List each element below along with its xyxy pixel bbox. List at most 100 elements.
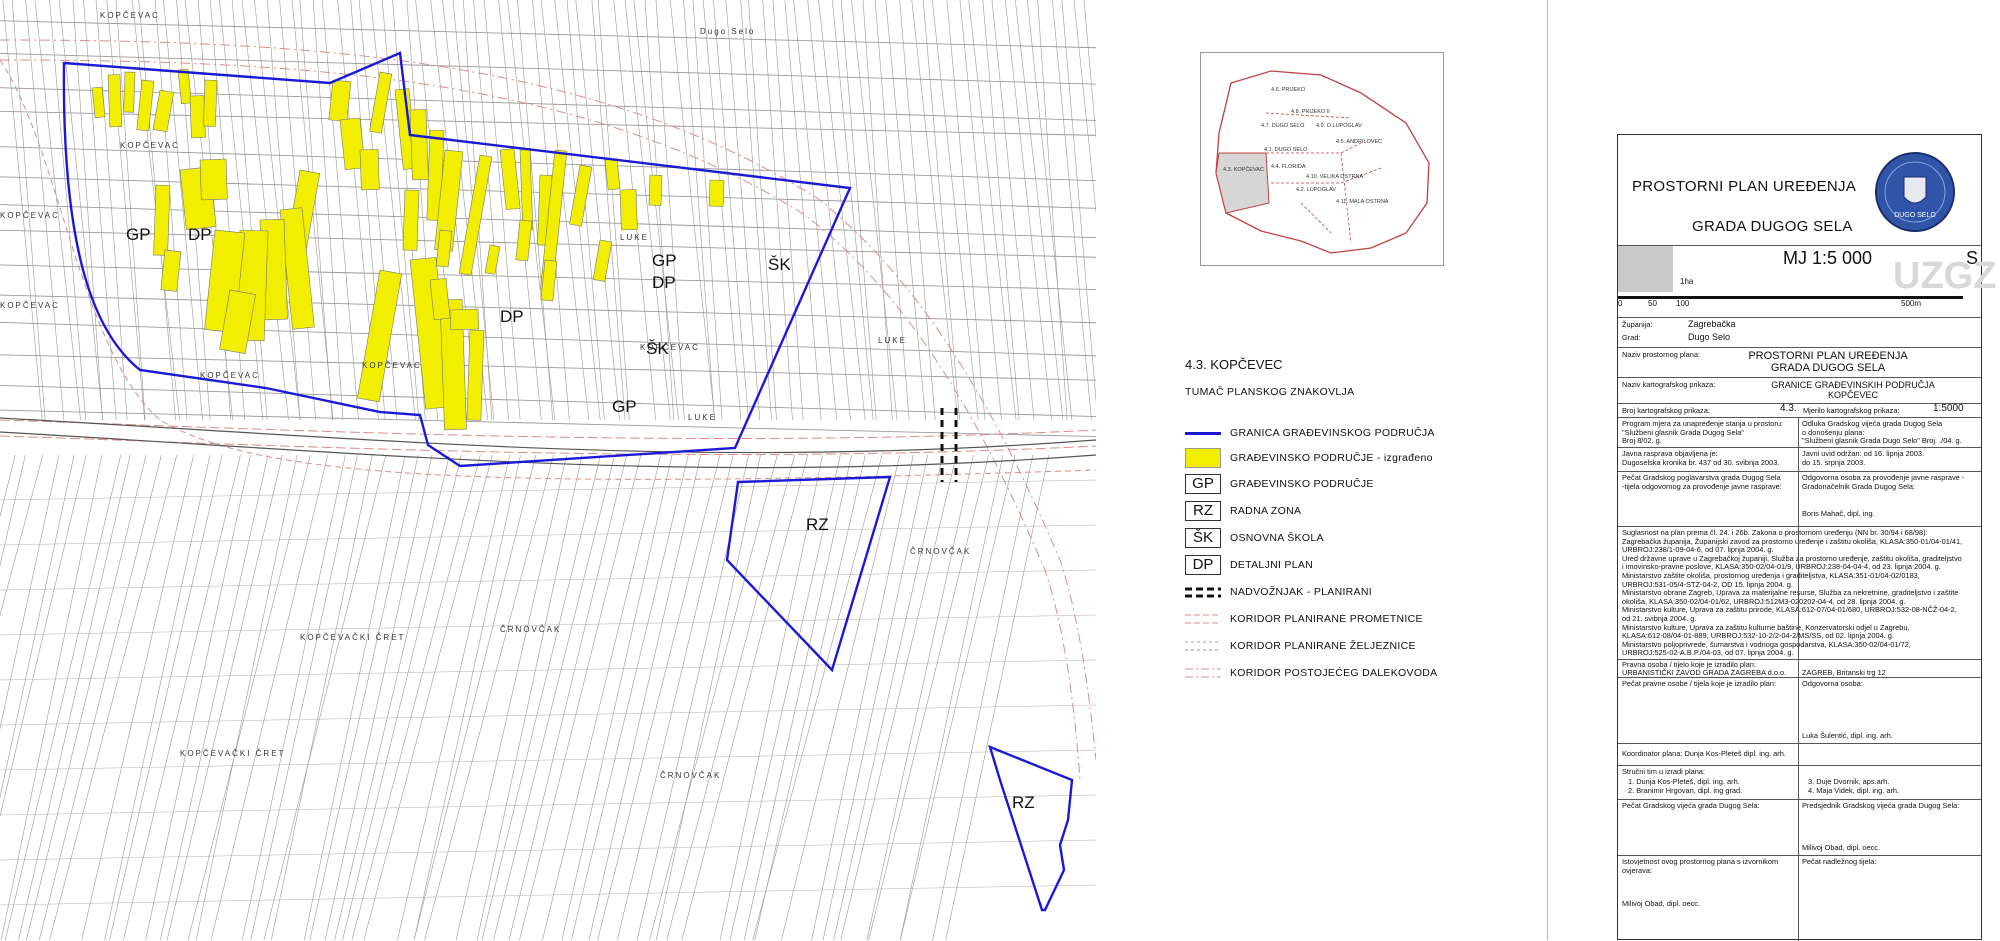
legend-label: GRAĐEVINSKO PODRUČJE <box>1230 478 1374 490</box>
legend-label: KORIDOR PLANIRANE PROMETNICE <box>1230 613 1423 625</box>
power-corridor-2 <box>0 59 1081 781</box>
koordinator: Koordinator plana: Dunja Kos-Pleteš dipl… <box>1622 749 1786 758</box>
istovjetnost-name: Milivoj Obad, dipl. oecc. <box>1622 899 1701 908</box>
legend-label: RADNA ZONA <box>1230 505 1302 517</box>
built-parcel <box>189 95 206 139</box>
zone-label-gp: GP <box>126 225 151 244</box>
zone-label-sk: ŠK <box>768 255 791 274</box>
built-parcel <box>328 79 352 122</box>
scale-tick: 100 <box>1676 299 1690 308</box>
zupanija-label: Županija: <box>1622 320 1653 329</box>
built-parcel <box>466 329 485 421</box>
svg-text:DUGO SELO: DUGO SELO <box>1894 212 1936 219</box>
built-parcel <box>402 189 420 251</box>
odgovorna-osoba-value: Luka Šulentić, dipl. ing. arh. <box>1802 731 1893 740</box>
legend-label: NADVOŽNJAK - PLANIRANI <box>1230 586 1372 598</box>
built-parcel <box>152 89 175 133</box>
built-parcel <box>136 79 155 132</box>
index-area-label: 4.7. DUGO SELO <box>1261 123 1305 129</box>
plan-name-label: Naziv prostornog plana: <box>1622 350 1701 359</box>
index-map: 4.6. PRIJEKO 4.8. PRIJEKO II 4.7. DUGO SEL… <box>1215 70 1430 254</box>
place-name: KOPČEVAC <box>200 371 260 380</box>
zone-label-gp: GP <box>612 397 637 416</box>
built-parcel <box>199 158 228 201</box>
place-name: Dugo Selo <box>700 27 755 36</box>
legend-title: 4.3. KOPČEVEC <box>1185 357 1283 372</box>
istovjetnost-label: Istovjetnost ovog prostornog plana s izv… <box>1622 857 1779 875</box>
map-name-value: GRANICE GRAĐEVINSKIH PODRUČJA KOPČEVEC <box>1771 380 1935 400</box>
zone-label-dp: DP <box>652 273 676 292</box>
built-parcel <box>619 189 638 231</box>
legend-item-rail-corridor: KORIDOR PLANIRANE ŽELJEZNICE <box>1185 636 1475 658</box>
legend-item-sk: ŠK OSNOVNA ŠKOLA <box>1185 528 1475 550</box>
odgovorna-osoba-label: Odgovorna osoba: <box>1802 679 1863 688</box>
watermark: UZGZ <box>1893 255 1997 297</box>
uvid-text: Javni uvid održan: od 16. lipnja 2003. d… <box>1802 449 1925 467</box>
legend-label: KORIDOR POSTOJEĆEG DALEKOVODA <box>1230 667 1438 679</box>
gp-symbol: GP <box>1185 474 1221 494</box>
legend-item-built: GRAĐEVINSKO PODRUČJE - izgrađeno <box>1185 448 1475 470</box>
built-parcel <box>359 149 380 191</box>
strucni-tim-left: 1. Dunja Kos-Pleteš, dipl. ing. arh. 2. … <box>1628 777 1743 795</box>
road-corridor-2 <box>0 435 1096 456</box>
built-parcel <box>203 79 218 127</box>
index-area-label: 4.1. DUGO SELO <box>1264 147 1308 153</box>
yellow-fill-symbol <box>1185 448 1221 468</box>
map-number-value: 4.3. <box>1780 403 1797 414</box>
index-area-label: 4.2. LUPOGLAV <box>1296 187 1336 193</box>
scale-tick: 500m <box>1901 299 1922 308</box>
built-parcel <box>458 154 493 276</box>
built-parcel <box>357 269 403 403</box>
javna-row: Javna rasprava objavljena je: Dugoselska… <box>1618 447 1981 471</box>
legend-item-overpass: NADVOŽNJAK - PLANIRANI <box>1185 582 1475 604</box>
pecat-tijela: Pečat nadležnog tijela: <box>1802 857 1877 866</box>
odgovorna-osoba-name: Boris Mahač, dipl. ing. <box>1802 509 1875 518</box>
zone-label-gp: GP <box>652 251 677 270</box>
index-area-label: 4.11. MALA OSTRNA <box>1336 199 1389 205</box>
dashed-double-line-symbol <box>1185 587 1221 598</box>
built-parcel <box>515 219 533 262</box>
index-area-label: 4.8. PRIJEKO II <box>1291 109 1330 115</box>
javna-rasprava-row: Pečat Gradskog poglavarstva grada Dugog … <box>1618 471 1981 526</box>
road-corridor-symbol <box>1185 614 1221 624</box>
built-parcel <box>409 109 429 181</box>
cadastral-map[interactable]: GP DPGPDPŠKDPŠKGPRZRZ KOPČEVACKOPČEVACKOP… <box>0 0 1096 940</box>
index-map-frame: 4.6. PRIJEKO 4.8. PRIJEKO II 4.7. DUGO SEL… <box>1200 52 1444 266</box>
place-name: KOPČEVAČKI ČRET <box>180 749 285 758</box>
scale-1ha-box <box>1618 246 1673 292</box>
legend-label: GRAĐEVINSKO PODRUČJE - izgrađeno <box>1230 452 1433 464</box>
power-corridor-symbol <box>1185 668 1221 678</box>
scale-area-label: 1ha <box>1680 277 1694 286</box>
place-name: KOPČEVAC <box>120 141 180 150</box>
legend-item-power-corridor: KORIDOR POSTOJEĆEG DALEKOVODA <box>1185 663 1475 685</box>
legend-label: GRANICA GRAĐEVINSKOG PODRUČJA <box>1230 427 1435 439</box>
map-scale-value: 1:5000 <box>1933 403 1964 414</box>
region-row: Županija: Zagrebačka Grad: Dugo Selo <box>1618 317 1981 347</box>
pravna-osoba-row: Pravna osoba / tijelo koje je izradilo p… <box>1618 659 1981 677</box>
index-area-label: 4.10. VELIKA OSTRNA <box>1306 174 1363 180</box>
place-name: KOPČEVAC <box>100 11 160 20</box>
zone-label-dp: DP <box>500 307 524 326</box>
strucni-tim-row: Stručni tim u izradi plana: 1. Dunja Kos… <box>1618 765 1981 799</box>
plan-title-line2: GRADA DUGOG SELA <box>1692 218 1853 235</box>
built-parcel <box>569 164 593 227</box>
index-area-label: 4.3. KOPČEVAC <box>1223 166 1264 173</box>
predsjednik-name: Milivoj Obad, dipl. oecc. <box>1802 843 1881 852</box>
built-parcel <box>160 249 182 292</box>
grad-label: Grad: <box>1622 333 1641 342</box>
istovjetnost-row: Istovjetnost ovog prostornog plana s izv… <box>1618 855 1981 941</box>
built-parcel <box>449 308 479 331</box>
plan-name-row: Naziv prostornog plana: PROSTORNI PLAN U… <box>1618 347 1981 377</box>
rz-symbol: RZ <box>1185 501 1221 521</box>
blue-line-symbol <box>1185 432 1221 435</box>
overpass-marks <box>940 408 958 482</box>
plan-title-line1: PROSTORNI PLAN UREĐENJA <box>1632 178 1857 195</box>
strucni-tim-label: Stručni tim u izradi plana: <box>1622 767 1705 776</box>
built-parcel <box>484 244 501 275</box>
built-parcel <box>369 71 393 134</box>
plan-name-value: PROSTORNI PLAN UREĐENJA GRADA DUGOG SELA <box>1748 350 1908 374</box>
built-parcel <box>648 174 663 206</box>
scale-tick: 0 <box>1618 299 1623 308</box>
map-scale-label: Mjerilo kartografskog prikaza: <box>1803 406 1900 415</box>
sheet-divider <box>1547 0 1548 940</box>
